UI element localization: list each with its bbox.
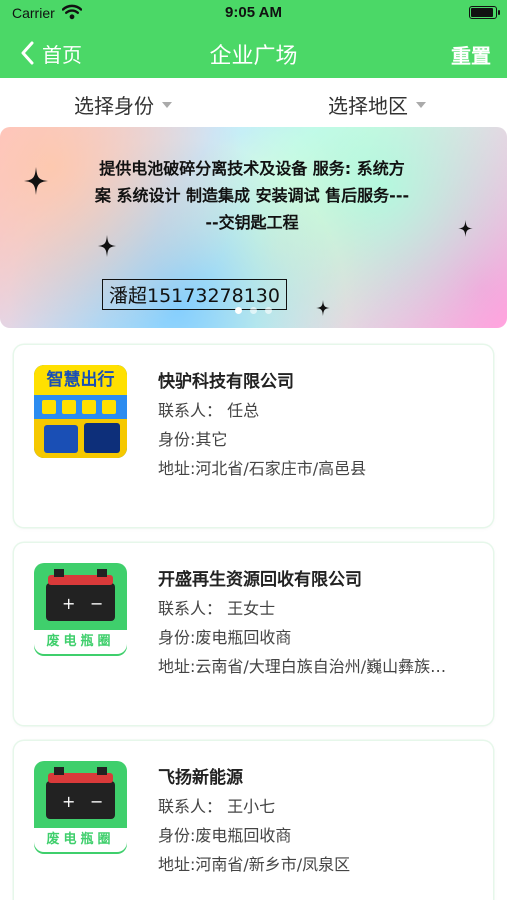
promo-banner[interactable]: 提供电池破碎分离技术及设备 服务: 系统方案 系统设计 制造集成 安装调试 售后… [0,127,507,328]
company-identity: 身份:其它 [158,430,228,449]
carousel-dot[interactable] [235,307,242,314]
company-contact: 联系人： 王女士 [158,599,276,618]
company-name: 快驴科技有限公司 [158,372,294,392]
svg-text:+: + [62,594,75,613]
reset-button[interactable]: 重置 [451,40,491,69]
company-address: 地址:云南省/大理白族自治州/巍山彝族… [158,657,447,676]
company-name: 开盛再生资源回收有限公司 [158,570,362,590]
company-identity: 身份:废电瓶回收商 [158,826,292,845]
caret-down-icon [162,101,172,108]
region-filter[interactable]: 选择地区 [328,90,426,119]
svg-text:−: − [90,594,103,613]
company-card[interactable]: 智慧出行 快驴科技有限公司 联系人： 任总 身份:其它 地址:河北省/石家庄市/… [14,345,493,527]
carousel-dot[interactable] [265,307,272,314]
sparkle-icon [458,220,473,241]
company-logo: 智慧出行 [34,365,127,458]
battery-logo-icon: + − 废电瓶圈 [34,761,127,854]
svg-text:−: − [90,792,103,811]
carousel-dot[interactable] [250,307,257,314]
carousel-indicator [0,307,507,314]
company-contact: 联系人： 王小七 [158,797,276,816]
logo-text: 智慧出行 [34,365,127,395]
company-name: 飞扬新能源 [158,768,243,788]
battery-level [471,8,493,17]
logo-text: 废电瓶圈 [34,630,127,654]
filter-bar: 选择身份 选择地区 [0,78,507,126]
battery-logo-icon: + − 废电瓶圈 [34,563,127,656]
battery-icon [469,6,500,19]
status-time: 9:05 AM [225,4,282,21]
sparkle-icon [24,167,48,199]
region-filter-label: 选择地区 [328,94,408,118]
identity-filter-label: 选择身份 [74,94,154,118]
svg-text:+: + [62,792,75,811]
logo-decoration [34,395,127,419]
page-title: 企业广场 [209,44,298,69]
company-card[interactable]: + − 废电瓶圈 飞扬新能源 联系人： 王小七 身份:废电瓶回收商 地址:河南省… [14,741,493,900]
logo-text: 废电瓶圈 [34,828,127,852]
sparkle-icon [97,235,117,261]
nav-bar: 首页 企业广场 重置 [0,28,507,78]
identity-filter[interactable]: 选择身份 [74,90,172,119]
caret-down-icon [416,101,426,108]
company-card[interactable]: + − 废电瓶圈 开盛再生资源回收有限公司 联系人： 王女士 身份:废电瓶回收商… [14,543,493,725]
battery-product-image [34,419,127,458]
company-address: 地址:河南省/新乡市/凤泉区 [158,855,351,874]
status-bar: Carrier 9:05 AM [0,0,507,28]
banner-contact: 潘超15173278130 [102,279,287,310]
company-contact: 联系人： 任总 [158,401,260,420]
company-address: 地址:河北省/石家庄市/高邑县 [158,459,367,478]
banner-text: 提供电池破碎分离技术及设备 服务: 系统方案 系统设计 制造集成 安装调试 售后… [94,159,410,232]
company-identity: 身份:废电瓶回收商 [158,628,292,647]
